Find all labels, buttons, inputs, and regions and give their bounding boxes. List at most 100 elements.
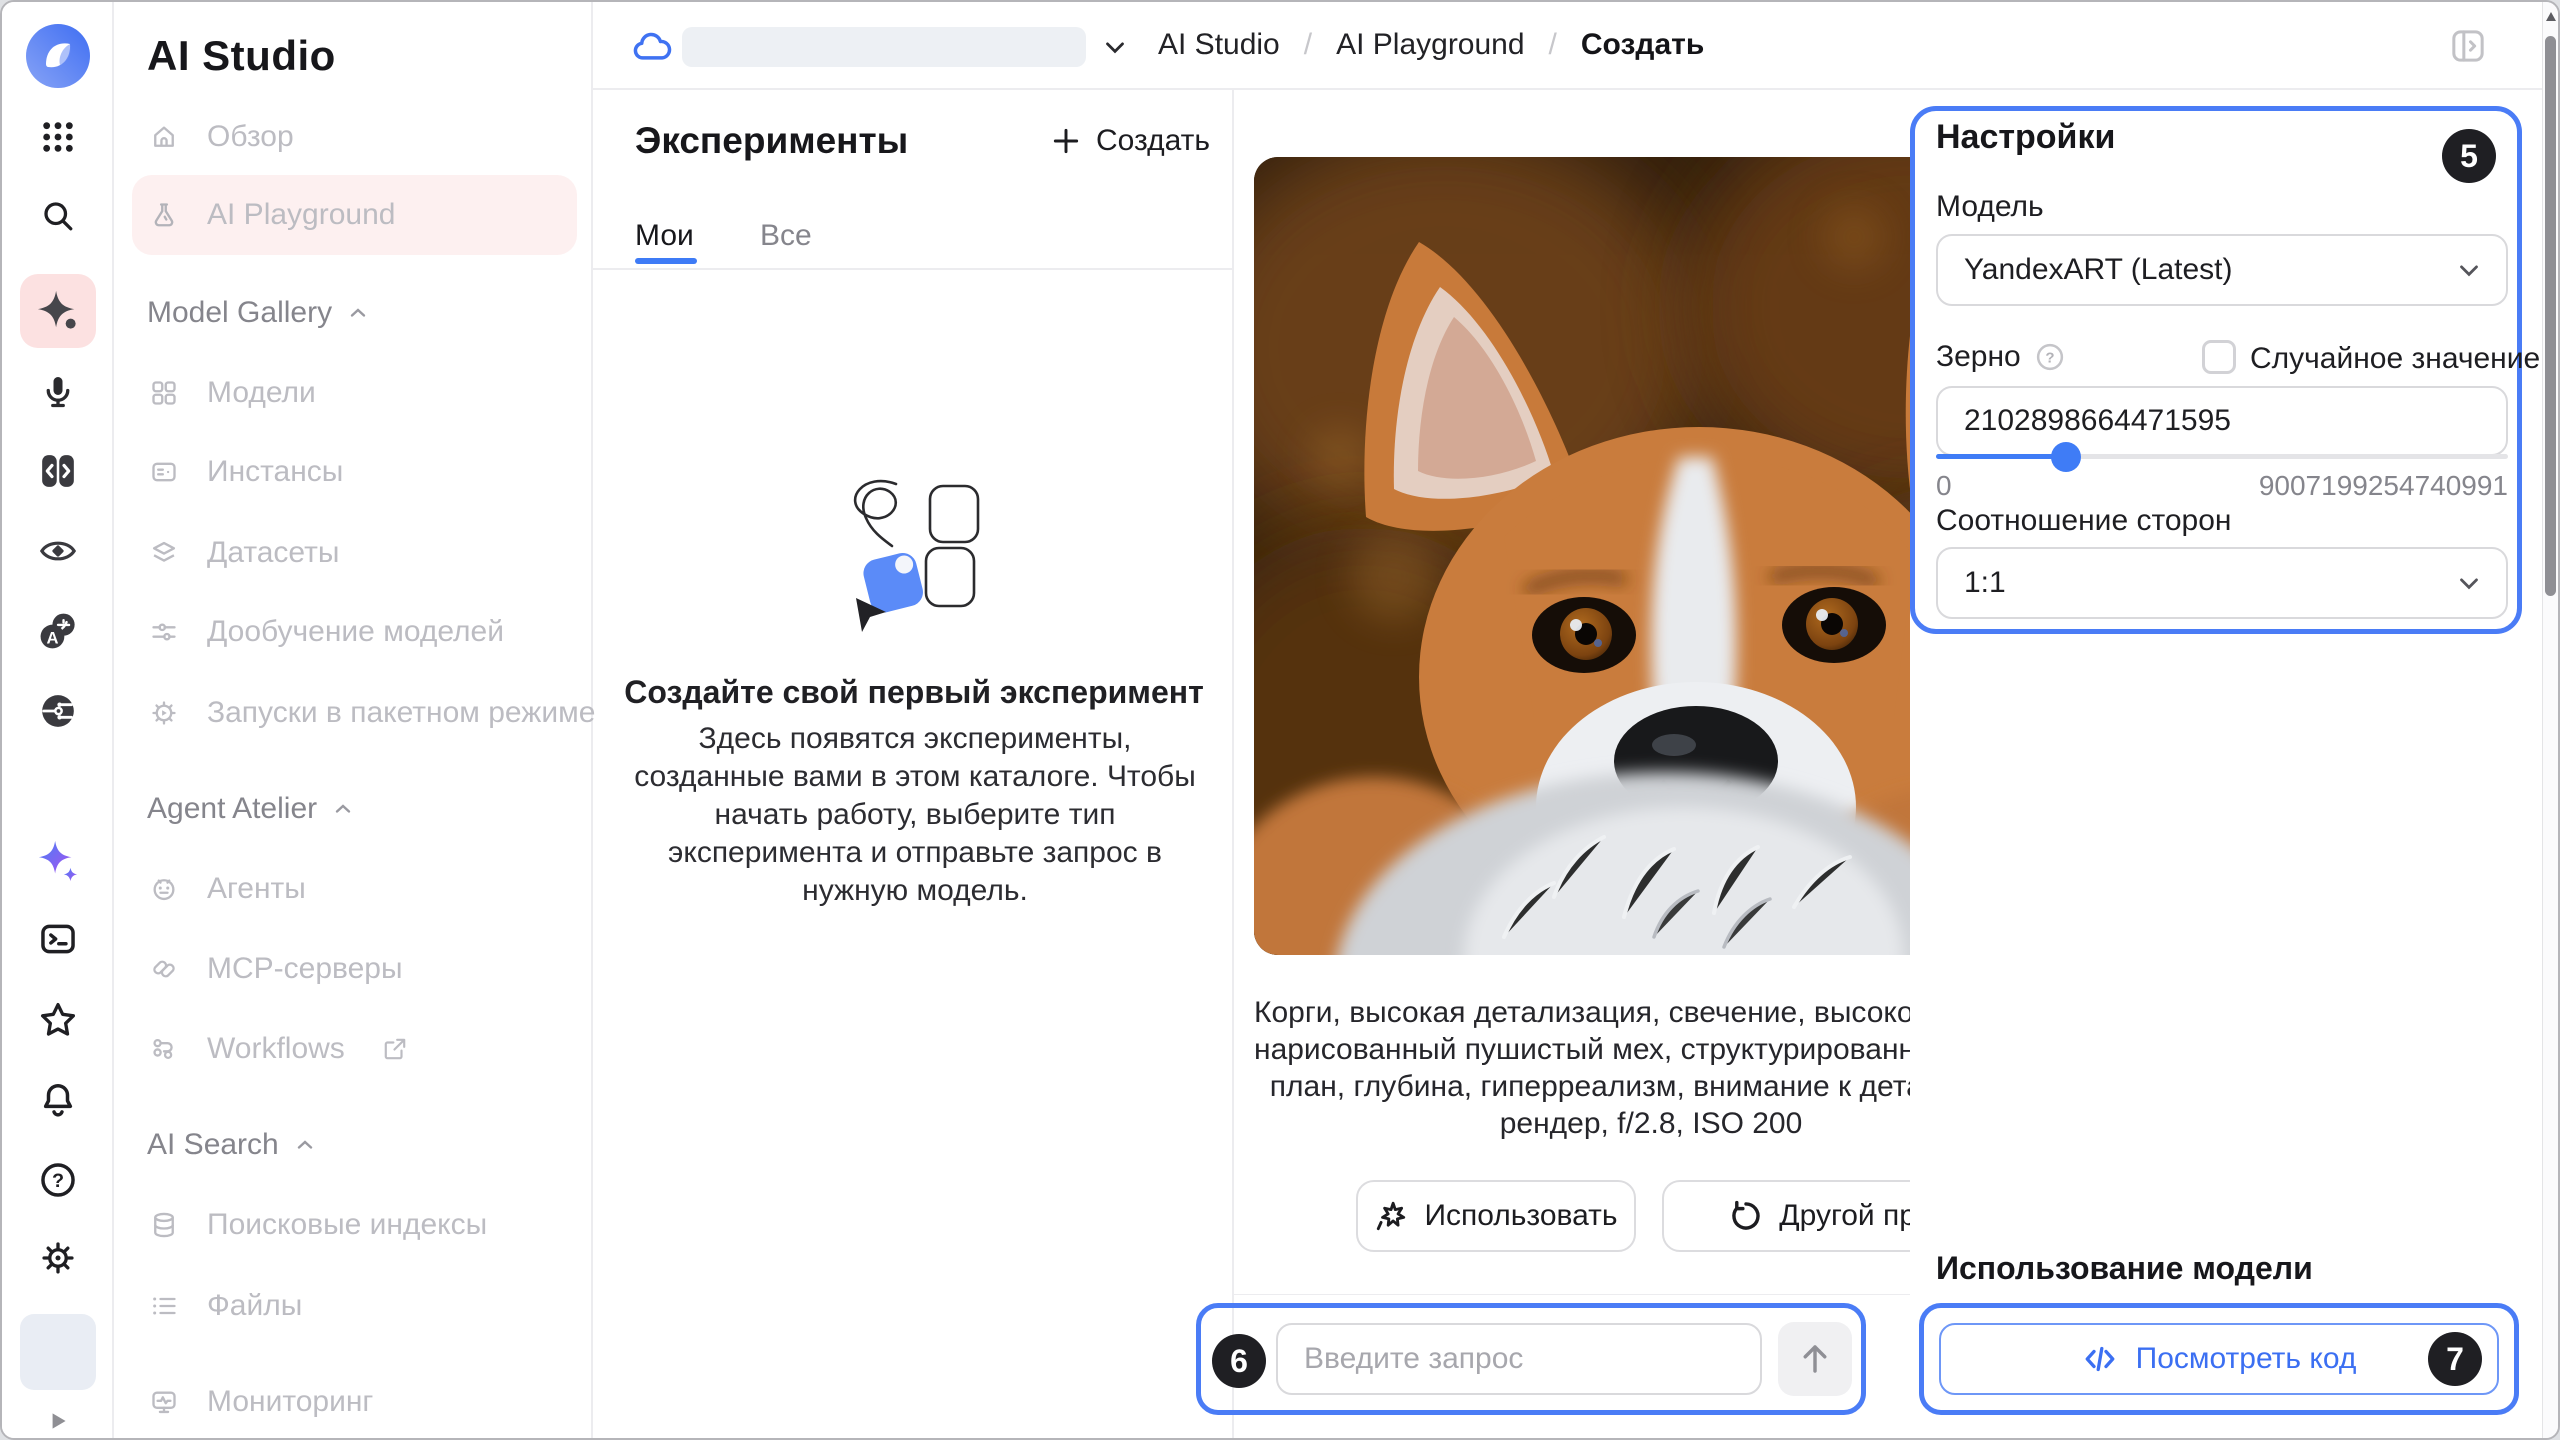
active-tab-underline [635,258,697,264]
tab-my[interactable]: Мои [635,219,694,253]
sidebar-item-overview[interactable]: Обзор [114,97,593,177]
rail-item-data-services[interactable] [2,692,114,730]
settings-title: Настройки [1936,118,2115,157]
sidebar-item-label: Поисковые индексы [207,1208,487,1242]
help-button[interactable]: ? [2,1161,114,1199]
random-seed-checkbox[interactable] [2202,340,2236,374]
sidebar-item-instances[interactable]: Инстансы [114,432,593,512]
rail-item-translate[interactable]: A [2,612,114,650]
link-icon [150,955,178,983]
random-seed-label: Случайное значение [2250,342,2540,376]
rail-item-favorites[interactable] [2,1000,114,1040]
gear-play-icon [150,699,178,727]
svg-text:?: ? [2045,349,2054,366]
cloud-icon [630,24,674,68]
aspect-ratio-value: 1:1 [1964,566,2006,600]
sidebar-item-search-indexes[interactable]: Поисковые индексы [114,1185,593,1265]
sidebar-item-workflows[interactable]: Workflows [114,1009,593,1089]
chevron-down-icon[interactable] [1100,32,1130,62]
create-experiment-button[interactable]: Создать [1050,124,1210,158]
model-select[interactable]: YandexART (Latest) [1936,234,2508,306]
settings-button[interactable] [2,1239,114,1277]
sidebar-item-label: AI Playground [207,198,395,232]
search-button[interactable] [2,198,114,234]
sidebar-item-label: MCP-серверы [207,952,403,986]
send-prompt-button[interactable] [1778,1322,1852,1396]
breadcrumb-ai-studio[interactable]: AI Studio [1158,28,1280,62]
aspect-ratio-label: Соотношение сторон [1936,504,2232,538]
model-label: Модель [1936,190,2044,224]
breadcrumb-current: Создать [1581,28,1704,62]
sidebar-section-ai-search[interactable]: AI Search [147,1128,317,1162]
sidebar-item-datasets[interactable]: Датасеты [114,513,593,593]
empty-state-body: Здесь появятся эксперименты, созданные в… [629,720,1201,910]
scrollbar[interactable] [2542,2,2558,1438]
sidebar-item-monitoring[interactable]: Мониторинг [114,1362,593,1440]
model-select-value: YandexART (Latest) [1964,253,2232,287]
sidebar-section-agent-atelier[interactable]: Agent Atelier [147,792,355,826]
help-circle-icon[interactable]: ? [2035,342,2065,372]
collapse-panel-button[interactable] [2448,26,2488,66]
scrollbar-thumb[interactable] [2545,36,2556,596]
sidebar-item-finetuning[interactable]: Дообучение моделей [114,592,593,672]
arrow-up-icon [1797,1341,1833,1377]
sidebar-item-label: Инстансы [207,455,343,489]
plus-icon [1050,125,1082,157]
svg-text:A: A [46,629,58,648]
use-prompt-button[interactable]: Использовать [1356,1180,1636,1252]
list-icon [150,1292,178,1320]
experiments-title: Эксперименты [635,120,908,162]
sidebar-item-ai-playground[interactable]: AI Playground [114,175,593,255]
aspect-ratio-select[interactable]: 1:1 [1936,547,2508,619]
magic-star-icon [1374,1199,1408,1233]
view-code-button[interactable]: Посмотреть код [1939,1323,2499,1395]
folder-selector[interactable] [682,27,1086,67]
rail-item-ai-studio[interactable] [2,838,114,884]
data-circuit-icon [39,692,77,730]
squiggle-line [855,481,896,546]
sidebar: AI Studio Обзор AI Playground Model Gall… [114,2,593,1438]
rail-item-vision[interactable] [2,532,114,570]
home-icon [150,123,178,151]
sidebar-item-batch-runs[interactable]: Запуски в пакетном режиме [114,673,593,753]
external-link-icon [382,1036,408,1062]
sidebar-item-label: Мониторинг [207,1385,373,1419]
breadcrumb: AI Studio / AI Playground / Создать [1158,28,1704,62]
chevron-down-icon [2454,255,2484,285]
seed-label-row: Зерно ? [1936,340,2065,374]
sidebar-item-label: Файлы [207,1289,302,1323]
rail-item-foundation-models-active[interactable] [20,274,96,348]
sidebar-item-agents[interactable]: Агенты [114,849,593,929]
eye-icon [39,532,77,570]
sidebar-item-files[interactable]: Файлы [114,1266,593,1346]
apps-grid-button[interactable] [2,120,114,154]
sidebar-item-mcp-servers[interactable]: MCP-серверы [114,929,593,1009]
tab-all[interactable]: Все [760,219,812,253]
sparkle-icon [35,288,81,334]
seed-input[interactable] [1936,386,2508,456]
sidebar-item-label: Модели [207,376,316,410]
chevron-down-icon [2454,568,2484,598]
rail-item-terminal[interactable] [2,920,114,958]
cloud-logo-icon [26,24,90,88]
database-icon [150,1211,178,1239]
avatar[interactable] [20,1314,96,1390]
sidebar-section-model-gallery[interactable]: Model Gallery [147,296,370,330]
annotation-badge-7: 7 [2428,1332,2482,1386]
play-triangle-icon [45,1408,71,1434]
squares-grid-icon [150,379,178,407]
yandex-cloud-logo[interactable] [2,24,114,88]
breadcrumb-ai-playground[interactable]: AI Playground [1336,28,1524,62]
scroll-up-arrow[interactable] [2545,10,2557,24]
prompt-input[interactable] [1276,1323,1762,1395]
right-eye [1782,587,1886,663]
notifications-button[interactable] [2,1081,114,1119]
seed-slider-thumb[interactable] [2051,442,2081,472]
sidebar-item-label: Обзор [207,120,294,154]
collapse-rail-button[interactable] [2,1408,114,1434]
rail-item-code[interactable] [2,452,114,490]
workflow-icon [150,1035,178,1063]
sidebar-item-models[interactable]: Модели [114,353,593,433]
rail-item-speech[interactable] [2,374,114,410]
question-circle-icon: ? [39,1161,77,1199]
